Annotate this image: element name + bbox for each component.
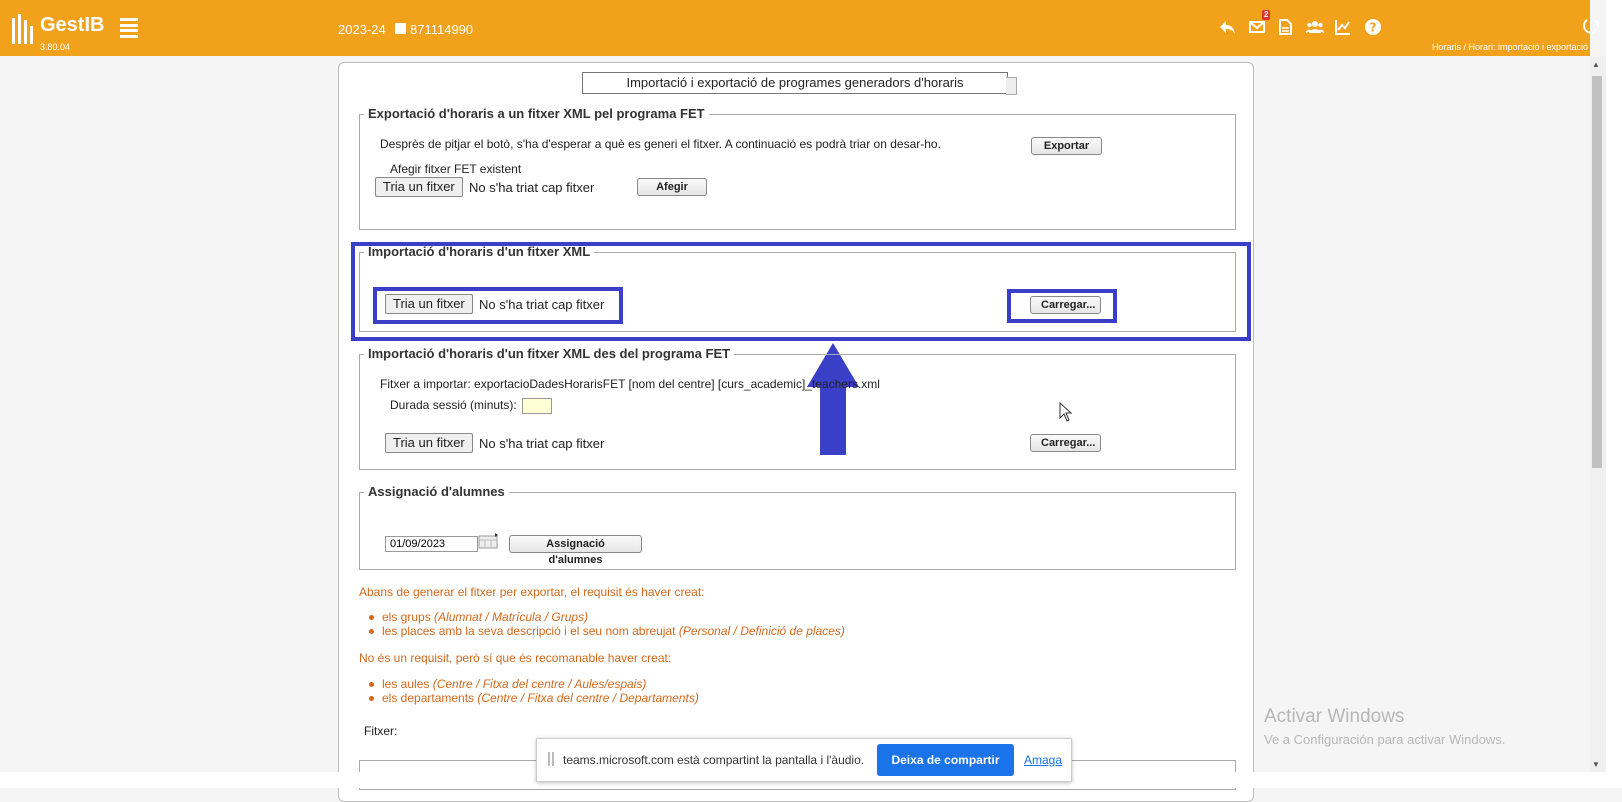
students-legend: Assignació d'alumnes [364, 484, 509, 499]
scroll-up-icon[interactable]: ▲ [1592, 60, 1600, 69]
add-button[interactable]: Afegir [637, 178, 707, 196]
list-item: les places amb la seva descripció i el s… [369, 624, 845, 638]
drag-handle-icon[interactable] [548, 752, 554, 766]
power-icon[interactable] [1582, 16, 1600, 34]
recommended-intro: No és un requisit, però sí que és recoma… [359, 651, 672, 665]
students-section [359, 492, 1236, 570]
mail-badge: 2 [1262, 10, 1271, 20]
import-fet-file-status: No s'ha triat cap fitxer [479, 436, 605, 451]
users-icon[interactable] [1306, 18, 1324, 36]
app-version: 3.80.04 [40, 42, 71, 52]
import-fet-legend: Importació d'horaris d'un fitxer XML des… [364, 346, 735, 361]
logo-icon [12, 14, 33, 44]
list-item: les aules (Centre / Fitxa del centre / A… [369, 677, 646, 691]
import-fet-load-button[interactable]: Carregar... [1030, 434, 1101, 452]
file-label: Fitxer: [364, 724, 398, 738]
calendar-icon[interactable] [478, 533, 498, 549]
assign-students-button[interactable]: Assignació d'alumnes [509, 535, 642, 566]
windows-watermark-text: Ve a Configuración para activar Windows. [1264, 732, 1506, 747]
document-icon[interactable] [1276, 18, 1294, 36]
app-name: GestIB [40, 14, 105, 36]
user-id: 871114990 [410, 22, 474, 37]
export-fet-legend: Exportació d'horaris a un fitxer XML pel… [364, 106, 709, 121]
chart-icon[interactable] [1334, 18, 1352, 36]
svg-text:?: ? [1370, 21, 1377, 35]
mouse-cursor-icon [1059, 402, 1073, 422]
import-fet-file-choose-button[interactable]: Tria un fitxer [385, 433, 473, 453]
required-intro: Abans de generar el fitxer per exportar,… [359, 585, 705, 599]
highlight-load-box [1007, 289, 1117, 323]
back-icon[interactable] [1218, 18, 1236, 36]
duration-input[interactable] [522, 398, 552, 414]
top-header: GestIB 3.80.04 2023-24 871114990 2 ? Hor… [0, 0, 1599, 56]
hide-link[interactable]: Amaga [1024, 753, 1062, 767]
duration-label: Durada sessió (minuts): [390, 398, 517, 412]
scroll-down-icon[interactable]: ▼ [1592, 760, 1600, 769]
help-icon[interactable]: ? [1364, 18, 1382, 36]
share-status-text: teams.microsoft.com està compartint la p… [563, 753, 865, 767]
windows-watermark-title: Activar Windows [1264, 706, 1405, 727]
list-item: els departaments (Centre / Fitxa del cen… [369, 691, 699, 705]
highlight-file-box [373, 287, 623, 324]
export-description: Desprès de pitjar el botò, s'ha d'espera… [380, 137, 941, 151]
stop-sharing-button[interactable]: Deixa de compartir [877, 744, 1014, 776]
academic-year: 2023-24 [338, 22, 386, 37]
page-title: Importació i exportació de programes gen… [582, 72, 1017, 95]
right-edge [1606, 0, 1622, 788]
list-item: els grups (Alumnat / Matrícula / Grups) [369, 610, 588, 624]
add-fet-label: Afegir fitxer FET existent [390, 162, 522, 176]
scrollbar-thumb[interactable] [1592, 76, 1602, 468]
export-file-status: No s'ha triat cap fitxer [469, 180, 595, 195]
date-input[interactable] [385, 536, 478, 552]
export-button[interactable]: Exportar [1031, 137, 1102, 155]
menu-icon[interactable] [120, 18, 138, 38]
mail-icon[interactable] [1248, 18, 1266, 36]
import-fet-file-info: Fitxer a importar: exportacioDadesHorari… [380, 377, 880, 391]
breadcrumb: Horaris / Horari: importació i exportaci… [1431, 42, 1588, 52]
export-file-choose-button[interactable]: Tria un fitxer [375, 177, 463, 197]
id-card-icon [395, 23, 406, 34]
import-fet-section [359, 354, 1236, 470]
